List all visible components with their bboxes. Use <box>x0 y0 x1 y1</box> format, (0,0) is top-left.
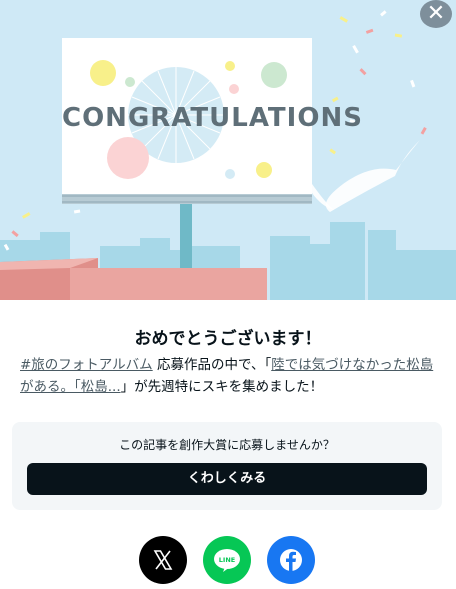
description-text-2: 」が先週特にスキを集めました！ <box>120 379 324 395</box>
description-text-1: 応募作品の中で、「 <box>152 357 272 373</box>
promo-question: この記事を創作大賞に応募しませんか？ <box>119 438 335 452</box>
svg-text:LINE: LINE <box>219 556 235 564</box>
line-logo-icon: LINE <box>203 536 251 584</box>
facebook-logo-icon <box>267 536 315 584</box>
billboard-text: CONGRATULATIONS <box>62 103 363 133</box>
share-x-button[interactable] <box>139 536 187 584</box>
congratulations-illustration: CONGRATULATIONS ✕ <box>0 0 456 300</box>
contest-promo-card: この記事を創作大賞に応募しませんか？ くわしくみる <box>12 422 442 510</box>
billboard-scene <box>0 10 456 300</box>
close-button[interactable]: ✕ <box>420 0 452 28</box>
share-facebook-button[interactable] <box>267 536 315 584</box>
dialog-title: おめでとうございます！ <box>134 329 322 349</box>
share-line-button[interactable]: LINE <box>203 536 251 584</box>
hashtag-link[interactable]: #旅のフォトアルバム <box>20 357 153 373</box>
learn-more-button[interactable]: くわしくみる <box>27 463 427 495</box>
x-logo-icon <box>139 536 187 584</box>
dialog-description: #旅のフォトアルバム 応募作品の中で、「陸では気づけなかった松島がある。「松島.… <box>20 354 440 398</box>
